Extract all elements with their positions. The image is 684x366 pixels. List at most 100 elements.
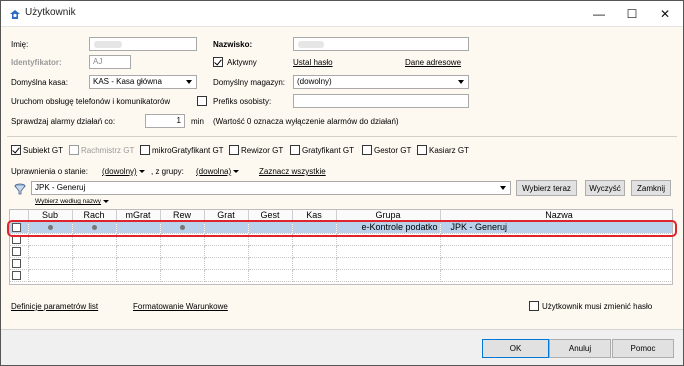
col-header-mgrat[interactable]: mGrat — [116, 210, 161, 222]
row-select-cell[interactable] — [10, 269, 29, 282]
row-select-cell[interactable] — [10, 221, 29, 234]
permission-mark-cell[interactable] — [28, 233, 73, 246]
active-checkbox[interactable] — [213, 57, 223, 67]
permission-mark-cell[interactable] — [204, 245, 249, 258]
permission-mark-cell[interactable] — [28, 257, 73, 270]
clear-button[interactable]: Wyczyść — [585, 180, 625, 196]
close-icon: ✕ — [659, 7, 671, 21]
permission-mark-cell[interactable] — [116, 233, 161, 246]
col-header-sub[interactable]: Sub — [28, 210, 73, 222]
col-header-grupa[interactable]: Grupa — [336, 210, 441, 222]
role-subiekt-checkbox[interactable] — [11, 145, 21, 155]
filter-icon[interactable] — [14, 183, 26, 195]
permission-mark-cell[interactable] — [204, 257, 249, 270]
permission-mark-cell[interactable] — [116, 245, 161, 258]
row-checkbox[interactable] — [12, 223, 21, 232]
close-button[interactable]: ✕ — [648, 1, 682, 27]
permission-mark-cell[interactable] — [292, 269, 337, 282]
row-select-cell[interactable] — [10, 245, 29, 258]
default-cash-select[interactable]: KAS - Kasa główna — [89, 75, 197, 89]
row-checkbox[interactable] — [12, 271, 21, 280]
permission-mark-cell[interactable] — [248, 233, 293, 246]
permission-mark-cell[interactable] — [72, 245, 117, 258]
table-row[interactable] — [10, 257, 672, 270]
permission-mark-cell[interactable] — [72, 269, 117, 282]
role-kasiarz-checkbox[interactable] — [417, 145, 427, 155]
table-row[interactable] — [10, 245, 672, 258]
title-bar[interactable]: Użytkownik — ☐ ✕ — [1, 1, 683, 27]
permissions-state-dropdown[interactable]: (dowolny) — [102, 167, 145, 176]
role-mikrogratyfikant-checkbox[interactable] — [140, 145, 150, 155]
permissions-group-dropdown[interactable]: (dowolna) — [196, 167, 240, 176]
permission-mark-cell[interactable] — [292, 221, 337, 234]
permission-mark-cell[interactable] — [160, 233, 205, 246]
row-checkbox[interactable] — [12, 247, 21, 256]
row-select-cell[interactable] — [10, 233, 29, 246]
row-checkbox[interactable] — [12, 259, 21, 268]
permission-mark-cell[interactable] — [204, 233, 249, 246]
permission-mark-cell[interactable] — [116, 257, 161, 270]
permission-mark-cell[interactable] — [28, 221, 73, 234]
col-header-grat[interactable]: Grat — [204, 210, 249, 222]
permission-mark-cell[interactable] — [248, 221, 293, 234]
permission-filter-select[interactable]: JPK - Generuj — [31, 181, 511, 195]
first-name-label: Imię: — [11, 40, 29, 49]
permission-mark-cell[interactable] — [160, 269, 205, 282]
permission-mark-cell[interactable] — [248, 257, 293, 270]
alarms-interval-field[interactable]: 1 — [145, 114, 185, 128]
col-header-rach[interactable]: Rach — [72, 210, 117, 222]
choose-now-button[interactable]: Wybierz teraz — [516, 180, 577, 196]
minimize-button[interactable]: — — [582, 1, 616, 27]
identifier-field[interactable]: AJ — [89, 55, 131, 69]
permission-mark-cell[interactable] — [292, 257, 337, 270]
permission-mark-cell[interactable] — [204, 221, 249, 234]
permission-mark-cell[interactable] — [72, 233, 117, 246]
role-gestor-checkbox[interactable] — [362, 145, 372, 155]
permission-mark-cell[interactable] — [248, 269, 293, 282]
conditional-formatting-link[interactable]: Formatowanie Warunkowe — [133, 302, 228, 311]
permission-mark-cell[interactable] — [292, 233, 337, 246]
default-warehouse-select[interactable]: (dowolny) — [293, 75, 469, 89]
list-parameters-link[interactable]: Definicje parametrów list — [11, 302, 98, 311]
role-rewizor-label: Rewizor GT — [241, 146, 284, 155]
table-row[interactable] — [10, 233, 672, 246]
ok-button[interactable]: OK — [482, 339, 549, 358]
address-data-link[interactable]: Dane adresowe — [405, 58, 461, 67]
select-all-link[interactable]: Zaznacz wszystkie — [259, 167, 326, 176]
permission-mark-cell[interactable] — [116, 221, 161, 234]
col-header-gest[interactable]: Gest — [248, 210, 293, 222]
help-button[interactable]: Pomoc — [612, 339, 674, 358]
row-checkbox[interactable] — [12, 235, 21, 244]
must-change-password-checkbox[interactable] — [529, 301, 539, 311]
permission-mark-cell[interactable] — [160, 257, 205, 270]
permission-mark-cell[interactable] — [116, 269, 161, 282]
permission-mark-cell[interactable] — [28, 269, 73, 282]
permissions-grid[interactable]: Sub Rach mGrat Rew Grat Gest Kas Grupa N… — [9, 209, 673, 285]
maximize-button[interactable]: ☐ — [615, 1, 649, 27]
permission-mark-cell[interactable] — [160, 221, 205, 234]
permission-mark-cell[interactable] — [204, 269, 249, 282]
permission-mark-cell[interactable] — [72, 221, 117, 234]
telephony-checkbox[interactable] — [197, 96, 207, 106]
must-change-password-label: Użytkownik musi zmienić hasło — [542, 302, 653, 311]
set-password-link[interactable]: Ustal hasło — [293, 58, 333, 67]
permission-mark-cell[interactable] — [28, 245, 73, 258]
col-header-rew[interactable]: Rew — [160, 210, 205, 222]
role-gratyfikant-checkbox[interactable] — [290, 145, 300, 155]
col-header-kas[interactable]: Kas — [292, 210, 337, 222]
table-row[interactable]: e-Kontrole podatko JPK - Generuj — [10, 221, 672, 234]
table-row[interactable] — [10, 269, 672, 282]
personal-prefix-field[interactable] — [293, 94, 469, 108]
last-name-field[interactable] — [293, 37, 469, 51]
permission-mark-cell[interactable] — [72, 257, 117, 270]
permission-mark-cell[interactable] — [292, 245, 337, 258]
close-filter-button[interactable]: Zamknij — [631, 180, 671, 196]
row-select-cell[interactable] — [10, 257, 29, 270]
choose-by-dropdown[interactable]: Wybierz według nazwy — [35, 198, 110, 205]
permission-mark-cell[interactable] — [160, 245, 205, 258]
cancel-button[interactable]: Anuluj — [549, 339, 611, 358]
col-header-nazwa[interactable]: Nazwa — [440, 210, 672, 222]
role-rewizor-checkbox[interactable] — [229, 145, 239, 155]
permission-mark-cell[interactable] — [248, 245, 293, 258]
first-name-field[interactable] — [89, 37, 197, 51]
